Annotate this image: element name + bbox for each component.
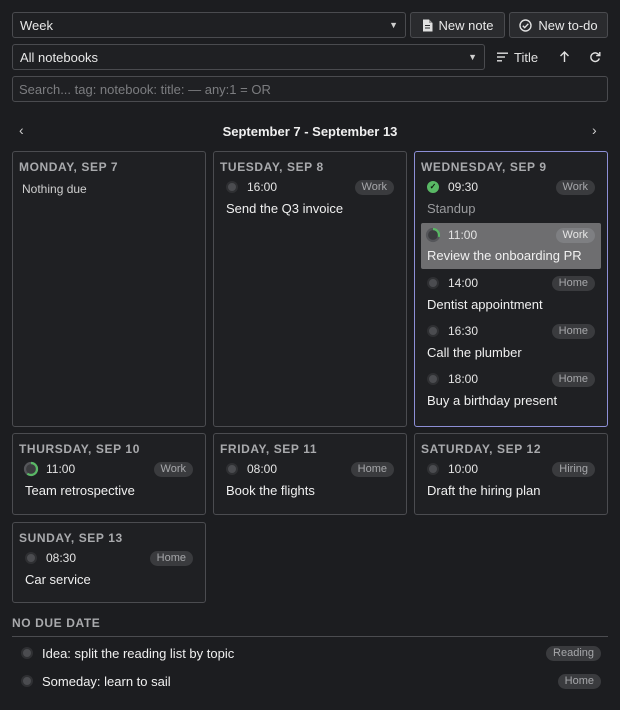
list-item[interactable]: Idea: split the reading list by topic Re… [21, 642, 601, 664]
todo-title: Draft the hiring plan [427, 483, 541, 498]
arrow-up-icon [560, 51, 569, 62]
tag-badge: Home [149, 550, 193, 566]
todo-time: 08:30 [46, 551, 77, 565]
day-heading: FRIDAY, SEP 11 [220, 442, 318, 456]
day-heading: MONDAY, SEP 7 [19, 160, 119, 174]
todo-item[interactable]: 11:00 Work Team retrospective [13, 458, 205, 503]
day-card-sunday: SUNDAY, SEP 13 08:30 Home Car service [12, 522, 206, 603]
day-card-saturday: SATURDAY, SEP 12 10:00 Hiring Draft the h… [414, 433, 608, 515]
todo-title: Idea: split the reading list by topic [42, 645, 235, 661]
refresh-button[interactable] [589, 44, 601, 70]
refresh-icon [590, 52, 601, 63]
search-input[interactable]: Search... tag: notebook: title: — any:1 … [12, 76, 608, 102]
todo-time: 16:00 [247, 180, 278, 194]
todo-item[interactable]: 18:00 Home Buy a birthday present [415, 368, 607, 413]
todo-item[interactable]: 16:30 Home Call the plumber [415, 320, 607, 368]
todo-time: 11:00 [46, 462, 76, 476]
day-card-tuesday: TUESDAY, SEP 8 16:00 Work Send the Q3 inv… [213, 151, 407, 427]
todo-title: Book the flights [226, 483, 315, 498]
day-card-wednesday: WEDNESDAY, SEP 9 ✓ 09:30 Work Standup 11:0… [414, 151, 608, 427]
todo-item[interactable]: 08:00 Home Book the flights [214, 458, 406, 503]
todo-checkbox[interactable] [21, 647, 33, 659]
todo-item[interactable]: 14:00 Home Dentist appointment [415, 272, 607, 320]
todo-checkbox[interactable] [427, 325, 439, 337]
nothing-due-text: Nothing due [22, 182, 87, 196]
new-todo-button[interactable]: New to-do [509, 12, 608, 38]
progress-ring[interactable] [23, 461, 39, 477]
new-note-label: New note [438, 17, 494, 33]
divider [12, 636, 608, 637]
day-heading: SATURDAY, SEP 12 [421, 442, 542, 456]
todo-title: Someday: learn to sail [42, 673, 171, 689]
todo-checkbox-checked[interactable]: ✓ [427, 181, 439, 193]
day-heading: WEDNESDAY, SEP 9 [421, 160, 547, 174]
todo-checkbox[interactable] [427, 277, 439, 289]
todo-checkbox[interactable] [427, 373, 439, 385]
todo-item[interactable]: 08:30 Home Car service [13, 547, 205, 592]
tag-badge: Reading [546, 645, 601, 661]
view-select[interactable]: Week ▼ [12, 12, 406, 38]
new-todo-label: New to-do [538, 17, 598, 33]
tag-badge: Home [551, 323, 595, 339]
search-placeholder: Search... tag: notebook: title: — any:1 … [19, 81, 271, 97]
sort-direction-button[interactable] [559, 44, 570, 70]
todo-title: Car service [25, 572, 91, 587]
todo-time: 11:00 [448, 228, 478, 242]
sort-field-label: Title [514, 49, 539, 65]
caret-down-icon: ▼ [389, 20, 398, 30]
list-item[interactable]: Someday: learn to sail Home [21, 670, 601, 692]
todo-time: 10:00 [448, 462, 479, 476]
tag-badge: Home [551, 371, 595, 387]
sort-field-button[interactable]: Title [497, 44, 538, 70]
day-heading: TUESDAY, SEP 8 [220, 160, 324, 174]
day-heading: SUNDAY, SEP 13 [19, 531, 123, 545]
new-note-button[interactable]: New note [410, 12, 505, 38]
todo-title: Call the plumber [427, 345, 522, 360]
caret-down-icon: ▼ [468, 52, 477, 62]
todo-item-selected[interactable]: 11:00 Work Review the onboarding PR [421, 223, 601, 269]
todo-time: 14:00 [448, 276, 479, 290]
todo-title: Dentist appointment [427, 297, 543, 312]
todo-checkbox[interactable] [25, 552, 37, 564]
notebook-select[interactable]: All notebooks ▼ [12, 44, 485, 70]
day-card-monday: MONDAY, SEP 7 Nothing due [12, 151, 206, 427]
week-range-label: September 7 - September 13 [222, 124, 398, 139]
todo-title: Send the Q3 invoice [226, 201, 344, 216]
todo-checkbox[interactable] [21, 675, 33, 687]
tag-badge: Home [350, 461, 394, 477]
todo-item[interactable]: 10:00 Hiring Draft the hiring plan [415, 458, 607, 503]
notebook-select-value: All notebooks [20, 49, 99, 65]
todo-time: 16:30 [448, 324, 479, 338]
view-select-value: Week [20, 17, 53, 33]
day-heading: THURSDAY, SEP 10 [19, 442, 140, 456]
tag-badge: Work [153, 461, 193, 477]
tag-badge: Hiring [552, 461, 595, 477]
day-card-thursday: THURSDAY, SEP 10 11:00 Work Team retrospe… [12, 433, 206, 515]
todo-title: Buy a birthday present [427, 393, 558, 408]
todo-time: 08:00 [247, 462, 278, 476]
chevron-right-icon[interactable]: › [592, 122, 597, 138]
todo-checkbox[interactable] [226, 181, 238, 193]
todo-time: 09:30 [448, 180, 479, 194]
check-circle-icon [519, 18, 533, 32]
todo-title: Team retrospective [25, 483, 135, 498]
tag-badge: Home [551, 275, 595, 291]
sort-lines-icon [497, 52, 508, 62]
todo-item[interactable]: 16:00 Work Send the Q3 invoice [214, 176, 406, 221]
tag-badge: Home [557, 673, 601, 689]
progress-ring[interactable] [425, 227, 441, 243]
note-icon [422, 19, 433, 31]
no-due-heading: NO DUE DATE [12, 616, 101, 630]
todo-item[interactable]: ✓ 09:30 Work Standup [415, 176, 607, 221]
todo-checkbox[interactable] [226, 463, 238, 475]
day-card-friday: FRIDAY, SEP 11 08:00 Home Book the flight… [213, 433, 407, 515]
tag-badge: Work [354, 179, 394, 195]
todo-checkbox[interactable] [427, 463, 439, 475]
todo-title: Review the onboarding PR [427, 248, 582, 263]
todo-time: 18:00 [448, 372, 479, 386]
tag-badge: Work [555, 227, 595, 243]
tag-badge: Work [555, 179, 595, 195]
todo-title: Standup [427, 201, 476, 216]
